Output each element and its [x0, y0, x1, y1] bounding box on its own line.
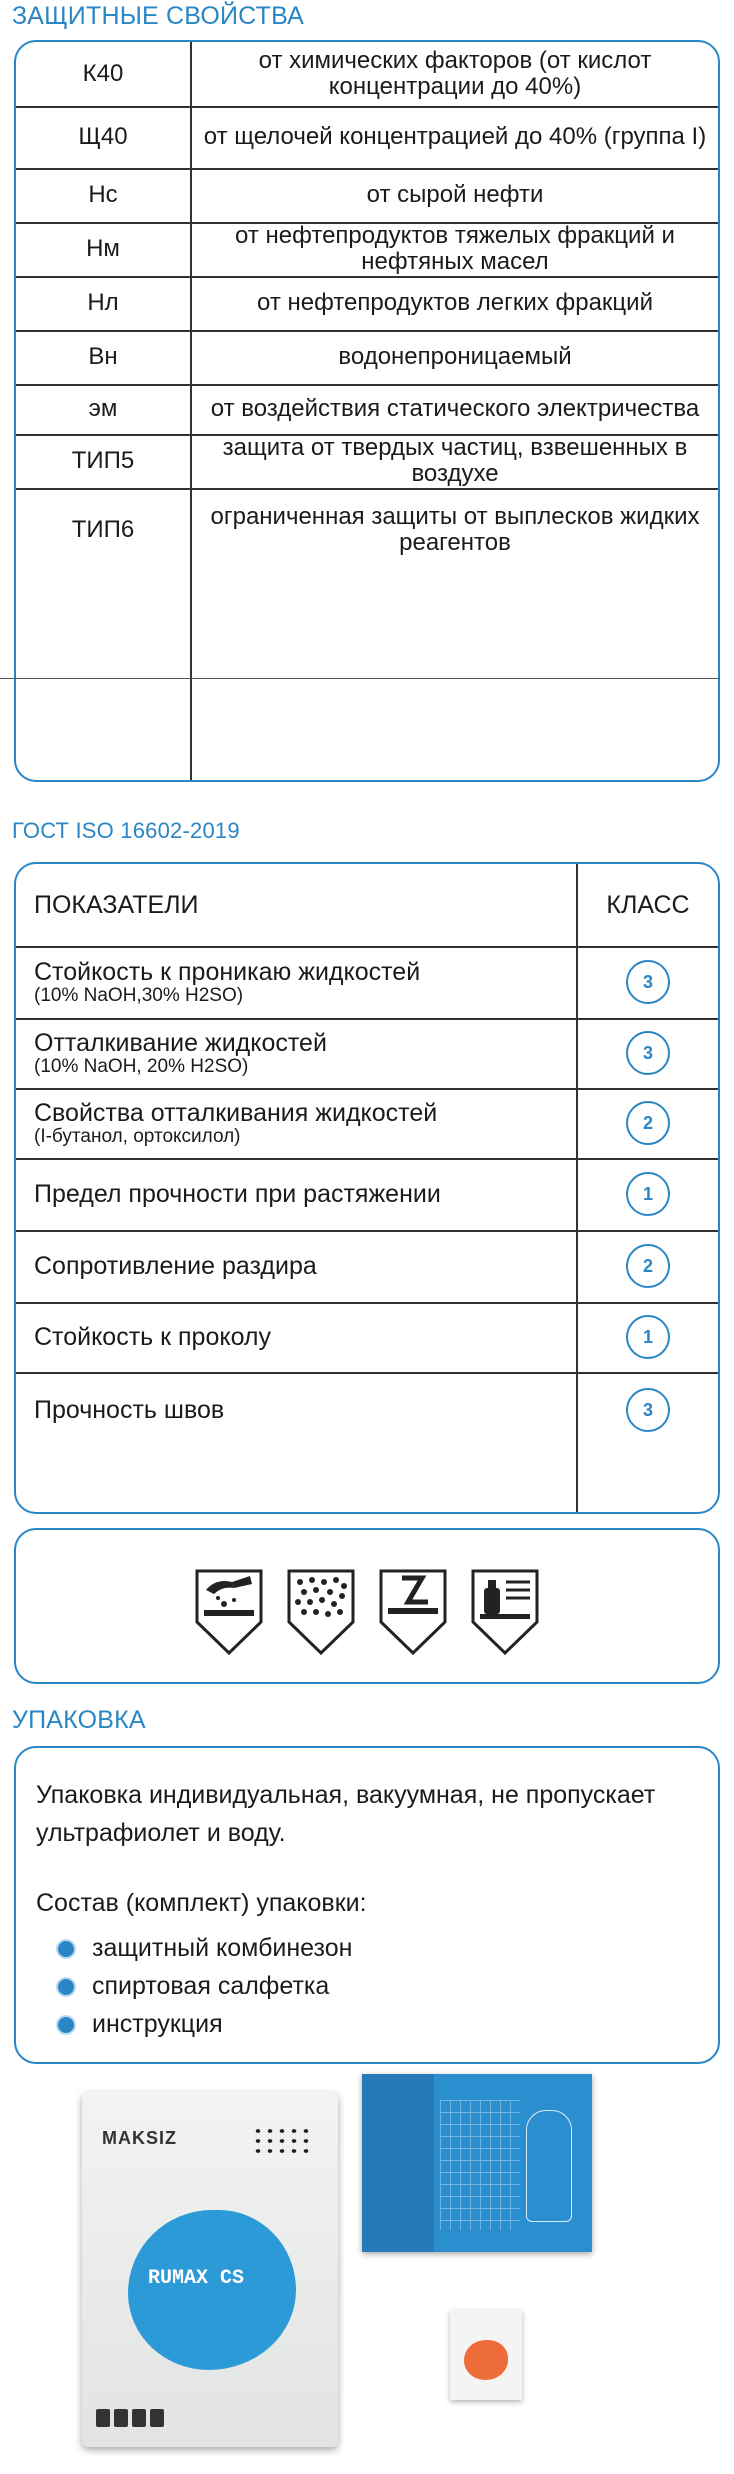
- liquid-spray-icon: [471, 1569, 539, 1656]
- indicator-subtext: (I-бутанол, ортоксилол): [34, 1126, 241, 1147]
- table-row: ТИП6 ограниченная защиты от выплесков жид…: [16, 488, 718, 572]
- packaging-text: Упаковка индивидуальная, вакуумная, не п…: [36, 1781, 656, 1847]
- property-code: ТИП6: [71, 516, 135, 543]
- table-row: Нм от нефтепродуктов тяжелых фракций и не…: [16, 222, 718, 278]
- gost-table: ПОКАЗАТЕЛИ КЛАСС Стойкость к проникаю жи…: [14, 862, 720, 1514]
- indicator-name: Свойства отталкивания жидкостей: [34, 1099, 438, 1127]
- table-row: эм от воздействия статического электричес…: [16, 384, 718, 436]
- particles-icon: [287, 1569, 355, 1656]
- list-item: спиртовая салфетка: [56, 1972, 329, 2001]
- property-code: Нл: [87, 289, 119, 316]
- indicator-subtext: (10% NaOH, 20% H2SO): [34, 1056, 249, 1077]
- table-row: Стойкость к проникаю жидкостей (10% NaOH,…: [16, 946, 718, 1020]
- coverall-outline: [526, 2110, 572, 2222]
- table-row: Стойкость к проколу 1: [16, 1302, 718, 1374]
- header-indicator: ПОКАЗАТЕЛИ: [34, 891, 199, 919]
- property-description: от химических факторов (от кислот концен…: [258, 47, 652, 100]
- bullet-icon: [56, 2014, 76, 2035]
- table-row: Предел прочности при растяжении 1: [16, 1158, 718, 1232]
- pouch-product-name: RUMAX CS: [148, 2267, 245, 2290]
- property-description: от щелочей концентрацией до 40% (группа …: [203, 123, 707, 150]
- table-row: Щ40 от щелочей концентрацией до 40% (груп…: [16, 106, 718, 170]
- class-badge: 1: [626, 1172, 670, 1216]
- dots-pattern: [252, 2126, 312, 2158]
- indicator-name: Отталкивание жидкостей: [34, 1029, 327, 1057]
- divider-line: [0, 678, 720, 679]
- indicator-name: Стойкость к проколу: [34, 1323, 272, 1351]
- indicator-name: Сопротивление раздира: [34, 1252, 317, 1280]
- property-description: от нефтепродуктов тяжелых фракций и нефт…: [235, 222, 675, 275]
- chemical-splash-icon: [195, 1569, 263, 1656]
- property-description: защита от твердых частиц, взвешенных в в…: [222, 434, 688, 487]
- pouch-icons: [96, 2409, 164, 2427]
- property-code: ТИП5: [71, 447, 135, 474]
- packaging-box: Упаковка индивидуальная, вакуумная, не п…: [14, 1746, 720, 2064]
- gost-title: ГОСТ ISO 16602-2019: [12, 818, 240, 843]
- contents-label: Состав (комплект) упаковки:: [36, 1889, 367, 1917]
- list-item: инструкция: [56, 2010, 223, 2039]
- table-row: Вн водонепроницаемый: [16, 330, 718, 386]
- table-row: К40 от химических факторов (от кислот кон…: [16, 42, 718, 108]
- protective-title: ЗАЩИТНЫЕ СВОЙСТВА: [12, 2, 304, 30]
- property-description: ограниченная защиты от выплесков жидких …: [210, 503, 700, 556]
- table-row: Прочность швов 3: [16, 1372, 718, 1448]
- header-class: КЛАСС: [606, 890, 690, 919]
- protective-table: К40 от химических факторов (от кислот кон…: [14, 40, 720, 782]
- table-row: Свойства отталкивания жидкостей (I-бутано…: [16, 1088, 718, 1160]
- packaging-title: УПАКОВКА: [12, 1706, 146, 1734]
- class-badge: 2: [626, 1101, 670, 1145]
- property-code: Вн: [88, 343, 118, 370]
- pouch-brand: MAKSIZ: [102, 2128, 177, 2148]
- class-badge: 3: [626, 960, 670, 1004]
- property-code: К40: [82, 60, 124, 87]
- indicator-name: Прочность швов: [34, 1396, 225, 1424]
- table-row: ТИП5 защита от твердых частиц, взвешенных…: [16, 434, 718, 490]
- indicator-subtext: (10% NaOH,30% H2SO): [34, 985, 244, 1006]
- property-description: от воздействия статического электричеств…: [210, 395, 700, 422]
- indicator-name: Стойкость к проникаю жидкостей: [34, 958, 421, 986]
- instruction-manual-image: [362, 2074, 592, 2252]
- class-badge: 1: [626, 1315, 670, 1359]
- table-row: Нл от нефтепродуктов легких фракций: [16, 276, 718, 332]
- property-description: водонепроницаемый: [338, 343, 572, 370]
- pouch-blob: [128, 2210, 296, 2370]
- product-pouch-image: MAKSIZ RUMAX CS: [82, 2092, 338, 2447]
- class-badge: 3: [626, 1031, 670, 1075]
- gost-header-row: ПОКАЗАТЕЛИ КЛАСС: [16, 864, 718, 948]
- property-code: Щ40: [78, 123, 128, 150]
- property-code: Нс: [88, 181, 118, 208]
- list-item: защитный комбинезон: [56, 1934, 352, 1963]
- property-description: от нефтепродуктов легких фракций: [257, 289, 653, 316]
- property-description: от сырой нефти: [366, 181, 544, 208]
- table-row: Нс от сырой нефти: [16, 168, 718, 224]
- alcohol-wipe-image: [450, 2310, 522, 2400]
- bullet-icon: [56, 1976, 76, 1997]
- class-badge: 2: [626, 1244, 670, 1288]
- property-code: эм: [88, 395, 118, 422]
- property-code: Нм: [86, 235, 120, 262]
- table-row: Отталкивание жидкостей (10% NaOH, 20% H2S…: [16, 1018, 718, 1090]
- abrasion-icon: [379, 1569, 447, 1656]
- class-badge: 3: [626, 1388, 670, 1432]
- bullet-icon: [56, 1938, 76, 1959]
- indicator-name: Предел прочности при растяжении: [34, 1180, 441, 1208]
- pictogram-box: [14, 1528, 720, 1684]
- table-row: Сопротивление раздира 2: [16, 1230, 718, 1304]
